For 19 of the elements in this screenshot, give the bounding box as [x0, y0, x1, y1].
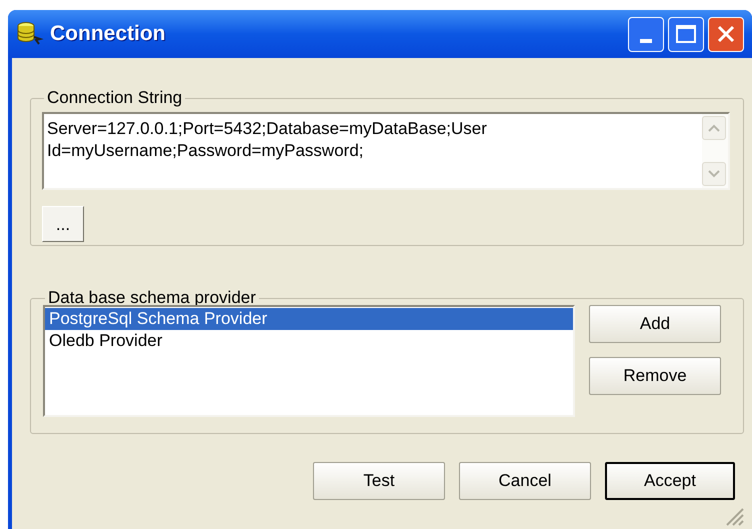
push-button[interactable]: Accept: [605, 462, 735, 500]
push-button[interactable]: Add: [589, 305, 721, 343]
provider-list[interactable]: PostgreSql Schema Provider Oledb Provider: [43, 305, 575, 417]
close-button[interactable]: [708, 16, 744, 52]
push-button[interactable]: Test: [313, 462, 445, 500]
database-icon: [16, 21, 44, 47]
push-button[interactable]: Remove: [589, 357, 721, 395]
maximize-button[interactable]: [668, 16, 704, 52]
window-title: Connection: [50, 21, 166, 48]
minimize-button[interactable]: [628, 16, 664, 52]
list-item[interactable]: PostgreSql Schema Provider: [45, 308, 573, 330]
push-button[interactable]: Cancel: [459, 462, 591, 500]
connection-string-field[interactable]: Server=127.0.0.1;Port=5432;Database=myDataBase;User Id=myUsername;Password=myPassword;: [42, 112, 730, 190]
group-label: Connection String: [46, 88, 184, 108]
browse-button[interactable]: ...: [42, 206, 84, 242]
group-label: Data base schema provider: [47, 288, 257, 308]
list-item[interactable]: Oledb Provider: [45, 330, 573, 352]
connection-string-text: Server=127.0.0.1;Port=5432;Database=myDataBase;User Id=myUsername;Password=myPassword;: [46, 118, 488, 162]
close-icon[interactable]: [716, 24, 736, 44]
